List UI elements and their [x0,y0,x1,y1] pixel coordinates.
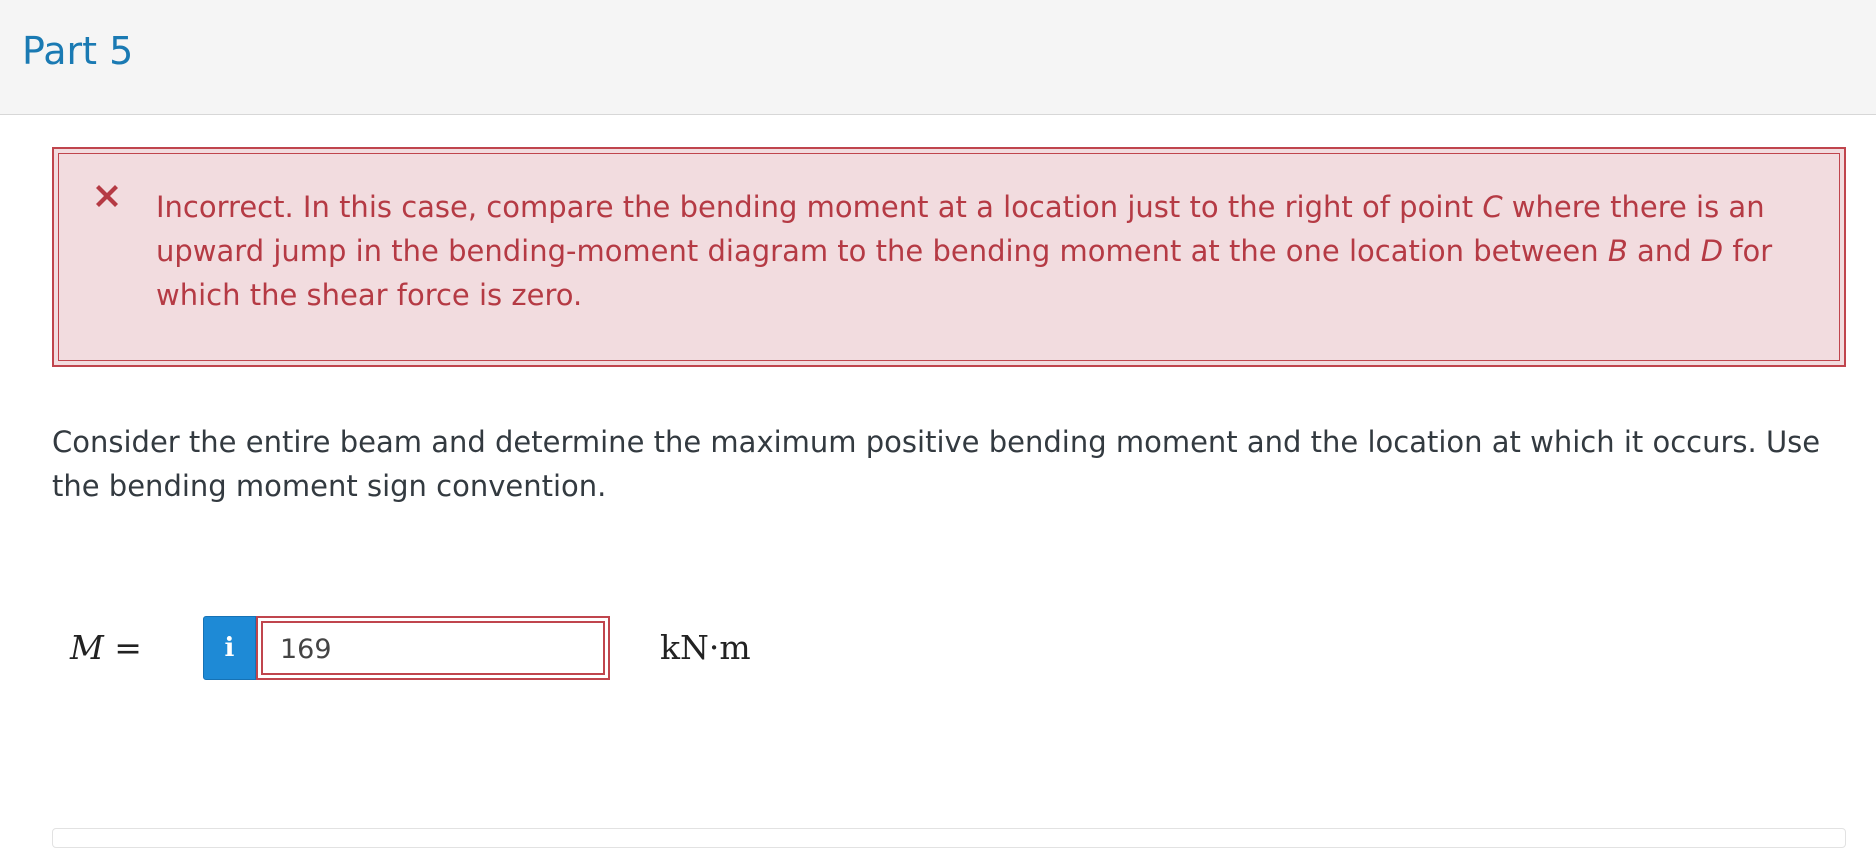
equals-sign: = [114,628,142,667]
feedback-text-part: Incorrect. In this case, compare the ben… [156,190,1483,224]
close-icon [96,185,118,207]
info-icon: i [224,633,235,663]
info-button[interactable]: i [203,616,256,680]
part-header: Part 5 [0,0,1876,115]
variable-symbol: M [70,628,104,667]
part-title: Part 5 [22,29,134,73]
incorrect-feedback-box: Incorrect. In this case, compare the ben… [52,147,1846,367]
feedback-message: Incorrect. In this case, compare the ben… [156,185,1836,317]
answer-input[interactable] [280,630,580,668]
feedback-text-part: and [1627,234,1701,268]
next-section-edge [52,828,1846,848]
unit-label: kN·m [660,628,751,667]
question-text: Consider the entire beam and determine t… [52,425,1821,503]
answer-input-box[interactable] [256,616,610,680]
point-d-label: D [1700,234,1724,268]
point-c-label: C [1482,190,1503,224]
answer-variable-label: M = [70,624,142,672]
point-b-label: B [1607,234,1628,268]
